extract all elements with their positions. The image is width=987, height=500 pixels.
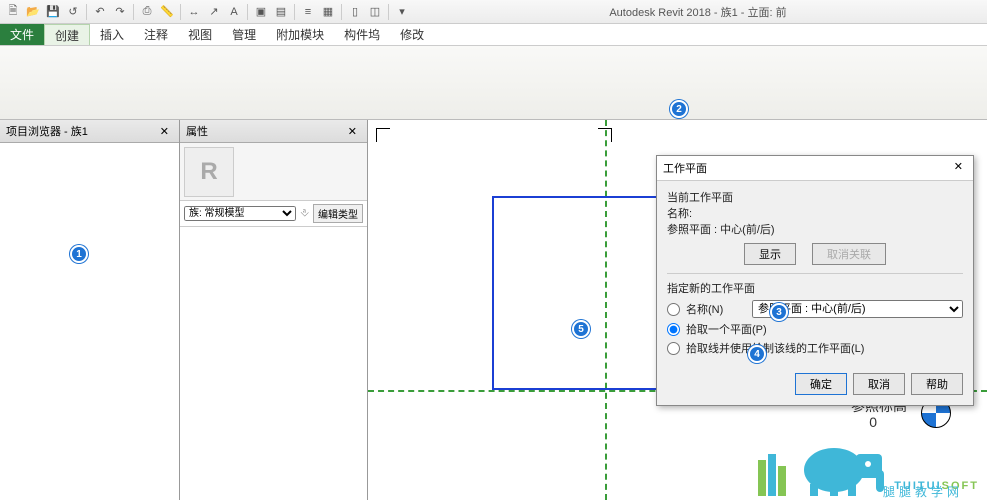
close-icon[interactable]: ✕ [156, 125, 173, 138]
watermark-sub: 腿腿教学网 [883, 483, 963, 500]
print-icon[interactable]: ⎙ [138, 3, 156, 21]
text-icon[interactable]: A [225, 3, 243, 21]
type-selector[interactable]: 族: 常规模型 [184, 206, 296, 221]
tab-insert[interactable]: 插入 [90, 24, 134, 45]
close-icon[interactable]: ✕ [344, 125, 361, 138]
opt-pick-radio[interactable] [667, 323, 680, 336]
props-header: 属性 ✕ [180, 120, 367, 143]
save-icon[interactable]: 💾 [44, 3, 62, 21]
properties-panel: 属性 ✕ R 族: 常规模型 ⎀ 编辑类型 [180, 120, 368, 500]
ref-level-value: 0 [869, 414, 877, 430]
new-icon[interactable]: 🗎 [4, 3, 22, 21]
cancel-button[interactable]: 取消 [853, 373, 905, 395]
building-icon [754, 450, 794, 496]
ok-button[interactable]: 确定 [795, 373, 847, 395]
browser-header: 项目浏览器 - 族1 ✕ [0, 120, 179, 143]
props-title: 属性 [186, 123, 208, 139]
type-selector-row: 族: 常规模型 ⎀ 编辑类型 [180, 201, 367, 227]
ribbon [0, 46, 987, 120]
close-hidden-icon[interactable]: ▦ [319, 3, 337, 21]
opt-name-label: 名称(N) [686, 301, 746, 317]
opt-line-label: 拾取线并使用绘制该线的工作平面(L) [686, 340, 864, 356]
browser-tree[interactable] [0, 143, 179, 500]
callout-4: 4 [748, 345, 766, 363]
opt-name-radio[interactable] [667, 303, 680, 316]
tab-compdock[interactable]: 构件坞 [334, 24, 390, 45]
section-icon[interactable]: ▤ [272, 3, 290, 21]
tab-create[interactable]: 创建 [44, 24, 90, 45]
customize-icon[interactable]: ▾ [393, 3, 411, 21]
project-browser: 项目浏览器 - 族1 ✕ [0, 120, 180, 500]
redo-icon[interactable]: ↷ [111, 3, 129, 21]
watermark: TUITUISOFT 腿腿教学网 [754, 436, 979, 496]
name-label: 名称: [667, 205, 963, 221]
revit-thumb-icon: R [184, 147, 234, 197]
main-menu: 文件 创建 插入 注释 视图 管理 附加模块 构件坞 修改 [0, 24, 987, 46]
dissociate-button[interactable]: 取消关联 [812, 243, 886, 265]
show-button[interactable]: 显示 [744, 243, 796, 265]
crop-mark [376, 128, 390, 142]
measure-icon[interactable]: 📏 [158, 3, 176, 21]
opt-pick-label: 拾取一个平面(P) [686, 321, 767, 337]
work-plane-dialog: 工作平面 ✕ 当前工作平面 名称: 参照平面 : 中心(前/后) 显示 取消关联… [656, 155, 974, 406]
tab-manage[interactable]: 管理 [222, 24, 266, 45]
tab-modify[interactable]: 修改 [390, 24, 434, 45]
specify-legend: 指定新的工作平面 [667, 280, 963, 296]
opt-line-radio[interactable] [667, 342, 680, 355]
type-preview: R [180, 143, 367, 201]
open-icon[interactable]: 📂 [24, 3, 42, 21]
callout-3: 3 [770, 303, 788, 321]
elephant-icon [800, 436, 888, 496]
switch-win-icon[interactable]: ▯ [346, 3, 364, 21]
sync-icon[interactable]: ↺ [64, 3, 82, 21]
dimension-icon[interactable]: ↔ [185, 3, 203, 21]
help-button[interactable]: 帮助 [911, 373, 963, 395]
browser-title: 项目浏览器 - 族1 [6, 123, 88, 139]
undo-icon[interactable]: ↶ [91, 3, 109, 21]
callout-5: 5 [572, 320, 590, 338]
app-title: Autodesk Revit 2018 - 族1 - 立面: 前 [413, 4, 983, 20]
tag-icon[interactable]: ↗ [205, 3, 223, 21]
addin-icon[interactable]: ◫ [366, 3, 384, 21]
current-wp-value: 参照平面 : 中心(前/后) [667, 221, 963, 237]
callout-1: 1 [70, 245, 88, 263]
callout-2: 2 [670, 100, 688, 118]
tab-annotate[interactable]: 注释 [134, 24, 178, 45]
pin-icon[interactable]: ⎀ [300, 207, 309, 220]
file-tab[interactable]: 文件 [0, 24, 44, 45]
close-icon[interactable]: ✕ [950, 160, 967, 176]
dialog-title: 工作平面 [663, 160, 707, 176]
thinlines-icon[interactable]: ≡ [299, 3, 317, 21]
tab-addins[interactable]: 附加模块 [266, 24, 334, 45]
edit-type-button[interactable]: 编辑类型 [313, 204, 363, 223]
current-wp-label: 当前工作平面 [667, 189, 963, 205]
dialog-header[interactable]: 工作平面 ✕ [657, 156, 973, 181]
quick-access-toolbar: 🗎 📂 💾 ↺ ↶ ↷ ⎙ 📏 ↔ ↗ A ▣ ▤ ≡ ▦ ▯ ◫ ▾ Auto… [0, 0, 987, 24]
tab-view[interactable]: 视图 [178, 24, 222, 45]
default3d-icon[interactable]: ▣ [252, 3, 270, 21]
